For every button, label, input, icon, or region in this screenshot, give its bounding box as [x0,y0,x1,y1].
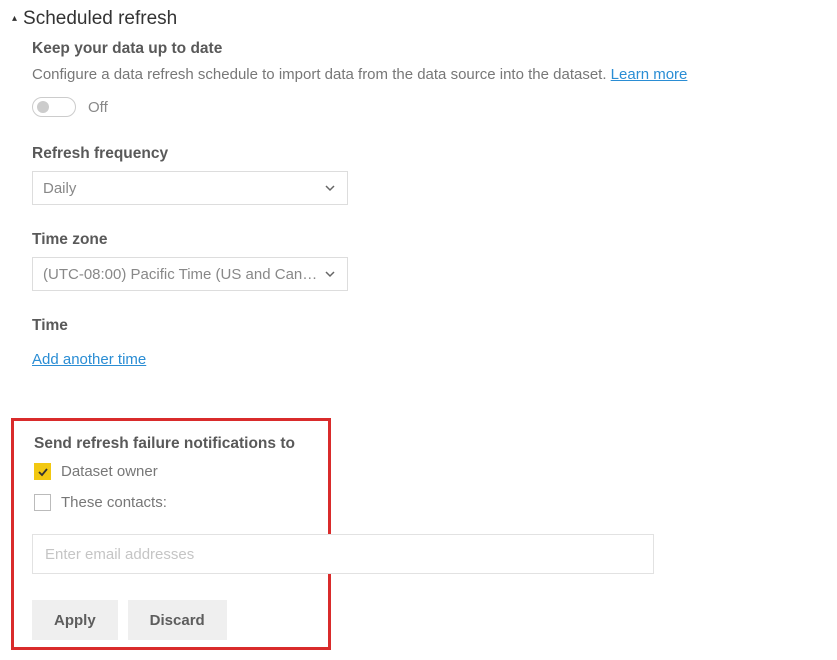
description-text: Configure a data refresh schedule to imp… [32,66,611,83]
email-input[interactable] [32,534,654,574]
timezone-select[interactable]: (UTC-08:00) Pacific Time (US and Canada) [32,257,348,291]
learn-more-link[interactable]: Learn more [611,66,688,83]
keep-data-description: Configure a data refresh schedule to imp… [32,66,817,83]
notify-title: Send refresh failure notifications to [34,435,312,453]
toggle-knob-icon [37,101,49,113]
frequency-label: Refresh frequency [32,145,817,163]
dataset-owner-label: Dataset owner [61,463,158,480]
refresh-toggle[interactable] [32,97,76,117]
frequency-value: Daily [43,180,76,197]
timezone-value: (UTC-08:00) Pacific Time (US and Canada) [43,266,319,283]
contacts-checkbox[interactable] [34,494,51,511]
discard-button[interactable]: Discard [128,600,227,640]
section-header[interactable]: ▴ Scheduled refresh [0,8,837,30]
add-time-link[interactable]: Add another time [32,351,146,368]
toggle-state-label: Off [88,99,108,116]
timezone-label: Time zone [32,231,817,249]
check-icon [37,466,49,478]
dataset-owner-checkbox[interactable] [34,463,51,480]
keep-data-title: Keep your data up to date [32,40,817,58]
time-label: Time [32,317,817,335]
section-title: Scheduled refresh [23,8,177,30]
contacts-label: These contacts: [61,494,167,511]
collapse-icon: ▴ [12,14,17,24]
apply-button[interactable]: Apply [32,600,118,640]
frequency-select[interactable]: Daily [32,171,348,205]
